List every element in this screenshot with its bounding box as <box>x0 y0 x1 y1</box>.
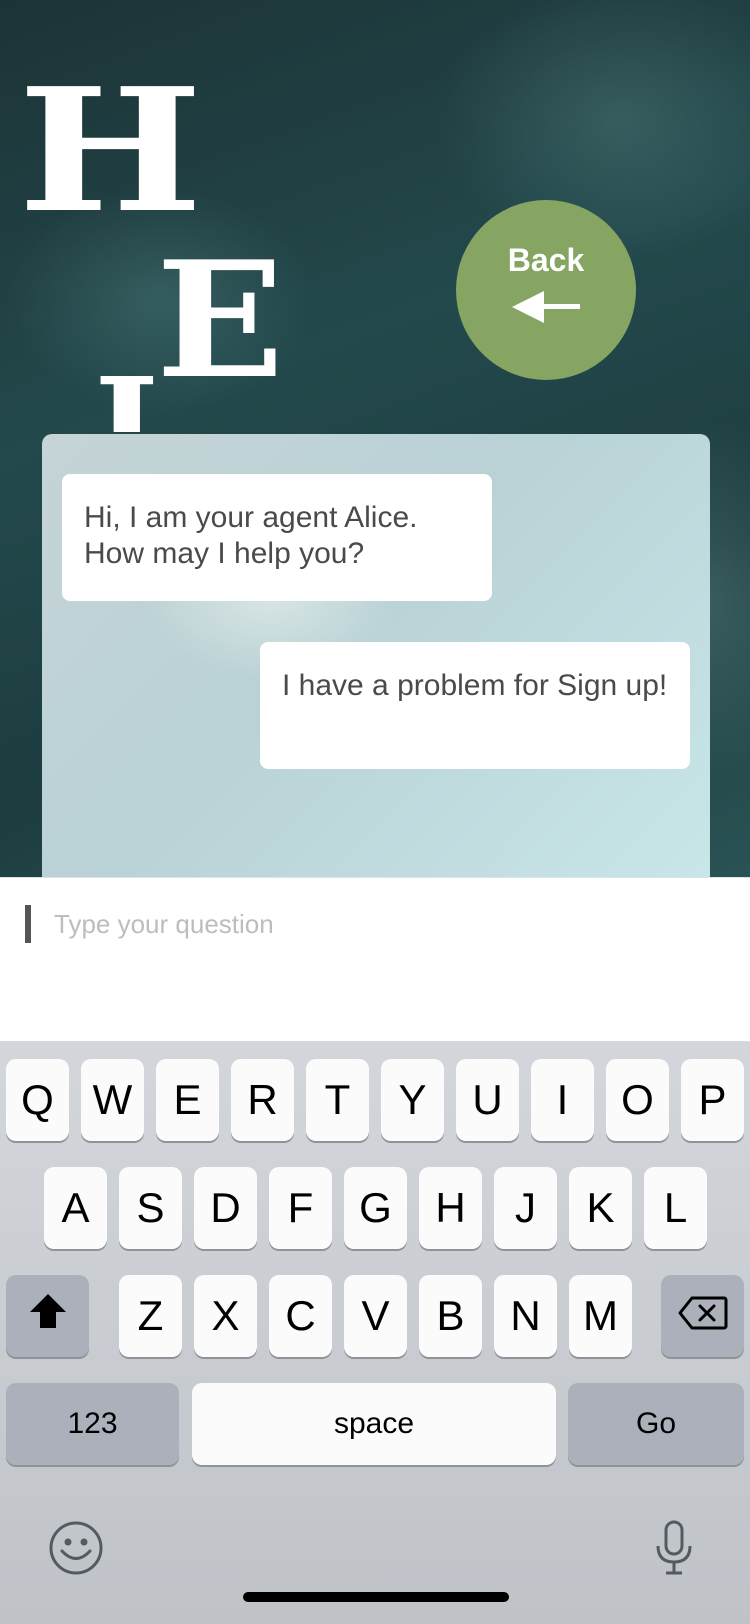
header-letter-i: I <box>94 360 160 432</box>
agent-message-bubble: Hi, I am your agent Alice. How may I hel… <box>62 474 492 601</box>
user-message-text: I have a problem for Sign up! <box>282 669 668 702</box>
key-m[interactable]: M <box>569 1275 632 1357</box>
question-input-area <box>0 877 750 1042</box>
key-t[interactable]: T <box>306 1059 369 1141</box>
key-n[interactable]: N <box>494 1275 557 1357</box>
key-q[interactable]: Q <box>6 1059 69 1141</box>
header-letter-e: E <box>156 226 285 414</box>
key-o[interactable]: O <box>606 1059 669 1141</box>
key-r[interactable]: R <box>231 1059 294 1141</box>
key-g[interactable]: G <box>344 1167 407 1249</box>
key-i[interactable]: I <box>531 1059 594 1141</box>
go-key[interactable]: Go <box>568 1383 744 1465</box>
key-s[interactable]: S <box>119 1167 182 1249</box>
agent-message-text: Hi, I am your agent Alice. How may I hel… <box>84 501 418 570</box>
emoji-icon[interactable] <box>48 1520 104 1576</box>
key-j[interactable]: J <box>494 1167 557 1249</box>
home-indicator[interactable] <box>243 1592 509 1602</box>
key-a[interactable]: A <box>44 1167 107 1249</box>
key-z[interactable]: Z <box>119 1275 182 1357</box>
key-y[interactable]: Y <box>381 1059 444 1141</box>
backspace-icon <box>678 1292 728 1340</box>
key-v[interactable]: V <box>344 1275 407 1357</box>
space-key[interactable]: space <box>192 1383 556 1465</box>
key-c[interactable]: C <box>269 1275 332 1357</box>
back-button-label: Back <box>507 242 585 278</box>
key-e[interactable]: E <box>156 1059 219 1141</box>
backspace-key[interactable] <box>661 1275 744 1357</box>
arrow-left-icon <box>510 287 582 332</box>
chat-panel: Hi, I am your agent Alice. How may I hel… <box>42 434 710 877</box>
key-l[interactable]: L <box>644 1167 707 1249</box>
back-button[interactable]: Back <box>456 200 636 380</box>
key-w[interactable]: W <box>81 1059 144 1141</box>
key-u[interactable]: U <box>456 1059 519 1141</box>
keyboard: Q W E R T Y U I O P A S D F G H J K L Z … <box>0 1042 750 1624</box>
user-message-bubble: I have a problem for Sign up! <box>260 642 690 769</box>
key-p[interactable]: P <box>681 1059 744 1141</box>
text-cursor <box>25 905 31 943</box>
key-d[interactable]: D <box>194 1167 257 1249</box>
shift-icon <box>28 1292 68 1340</box>
microphone-icon[interactable] <box>654 1520 694 1576</box>
numbers-key[interactable]: 123 <box>6 1383 179 1465</box>
key-k[interactable]: K <box>569 1167 632 1249</box>
shift-key[interactable] <box>6 1275 89 1357</box>
header-letter-h: H <box>18 51 203 251</box>
key-b[interactable]: B <box>419 1275 482 1357</box>
key-h[interactable]: H <box>419 1167 482 1249</box>
key-f[interactable]: F <box>269 1167 332 1249</box>
key-x[interactable]: X <box>194 1275 257 1357</box>
question-input[interactable] <box>52 900 716 948</box>
